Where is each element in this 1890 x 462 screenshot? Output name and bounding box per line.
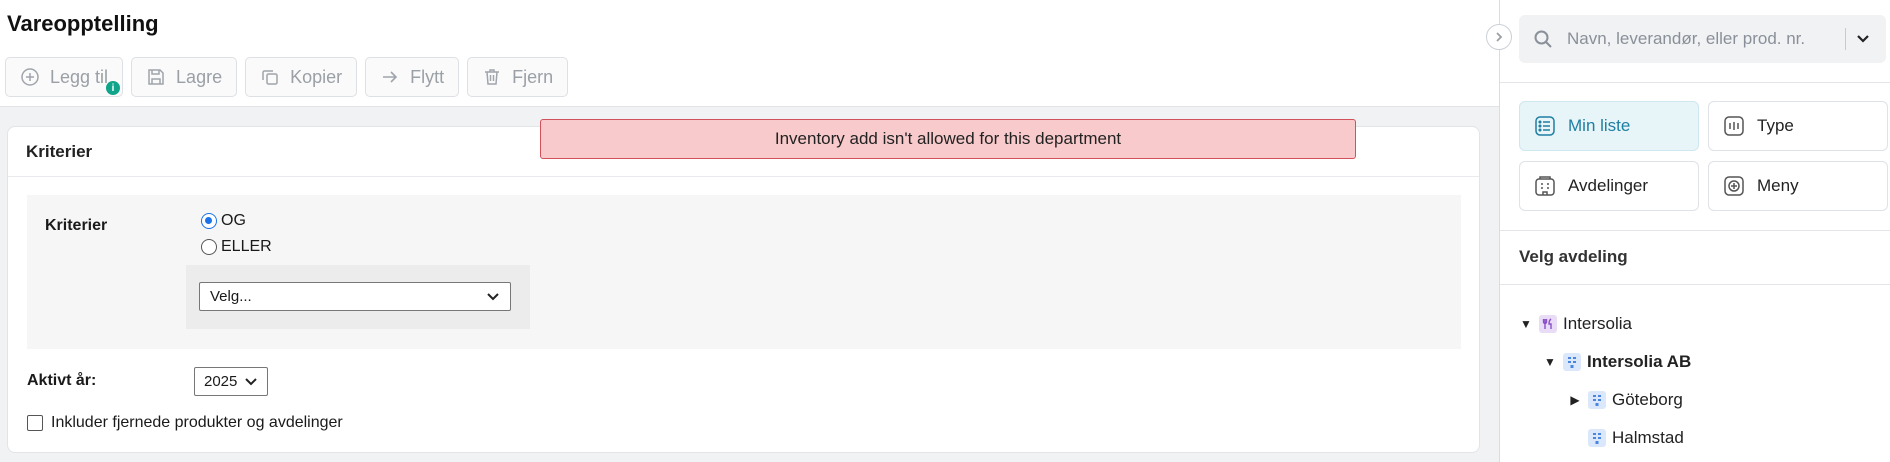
save-icon xyxy=(148,69,164,85)
tree-item-intersolia-ab[interactable]: ▼ Intersolia AB xyxy=(1543,352,1691,372)
collapse-sidebar-button[interactable] xyxy=(1486,24,1512,50)
radio-button-selected[interactable] xyxy=(201,213,217,229)
list-icon xyxy=(1535,116,1555,136)
radio-og-label: OG xyxy=(221,212,246,229)
chevron-down-icon xyxy=(1857,35,1869,43)
toolbar: Legg til i Lagre Kopier Flytt Fjern xyxy=(5,57,569,97)
section-title: Velg avdeling xyxy=(1519,247,1628,266)
error-alert-text: Inventory add isn't allowed for this dep… xyxy=(774,129,1122,148)
sidebar-divider xyxy=(1500,230,1890,231)
copy-button[interactable]: Kopier xyxy=(245,57,358,97)
criteria-label: Kriterier xyxy=(45,217,108,234)
active-year-label: Aktivt år: xyxy=(27,372,97,389)
building-icon xyxy=(1563,353,1581,371)
radio-eller-label: ELLER xyxy=(221,238,272,255)
top-bar: Vareopptelling Legg til i Lagre Kopier F… xyxy=(0,0,1499,107)
tree-item-label: Halmstad xyxy=(1612,428,1684,447)
tree-item-halmstad[interactable]: Halmstad xyxy=(1568,428,1684,448)
building-icon xyxy=(1588,391,1606,409)
move-button[interactable]: Flytt xyxy=(365,57,460,97)
criteria-select-value: Velg... xyxy=(210,288,252,305)
menu-icon xyxy=(1724,176,1744,196)
nav-min-liste-label: Min liste xyxy=(1568,116,1631,135)
criteria-card: Kriterier Kriterier OG ELLER Velg... Akt… xyxy=(7,126,1480,453)
right-sidebar: Navn, leverandør, eller prod. nr. Min li… xyxy=(1499,0,1890,462)
type-icon xyxy=(1724,116,1744,136)
add-button-label: Legg til xyxy=(50,66,109,87)
add-button[interactable]: Legg til i xyxy=(5,57,124,97)
save-button-label: Lagre xyxy=(176,66,223,87)
trash-icon xyxy=(485,69,500,85)
search-icon xyxy=(1534,30,1552,48)
copy-button-label: Kopier xyxy=(290,66,343,87)
chevron-right-icon xyxy=(1496,32,1503,42)
include-removed-checkbox[interactable] xyxy=(27,415,43,431)
remove-button[interactable]: Fjern xyxy=(467,57,569,97)
nav-type[interactable]: Type xyxy=(1708,101,1888,151)
plus-circle-icon xyxy=(21,68,39,86)
nav-meny[interactable]: Meny xyxy=(1708,161,1888,211)
caret-down-icon[interactable]: ▼ xyxy=(1543,355,1557,369)
search-divider xyxy=(1845,28,1846,50)
nav-min-liste[interactable]: Min liste xyxy=(1519,101,1699,151)
page-title: Vareopptelling xyxy=(7,11,159,36)
include-removed-label: Inkluder fjernede produkter og avdelinge… xyxy=(51,414,343,431)
active-year-select[interactable]: 2025 xyxy=(194,367,268,396)
criteria-select-container: Velg... xyxy=(186,265,530,329)
building-icon xyxy=(1588,429,1606,447)
arrow-right-icon xyxy=(383,71,398,83)
sidebar-divider xyxy=(1500,284,1890,285)
save-button[interactable]: Lagre xyxy=(131,57,238,97)
chevron-down-icon xyxy=(487,292,499,300)
chevron-down-icon xyxy=(245,377,257,385)
radio-button[interactable] xyxy=(201,239,217,255)
search-input[interactable]: Navn, leverandør, eller prod. nr. xyxy=(1567,29,1845,49)
search-bar[interactable]: Navn, leverandør, eller prod. nr. xyxy=(1519,15,1886,63)
restaurant-icon xyxy=(1539,315,1557,333)
nav-avdelinger[interactable]: Avdelinger xyxy=(1519,161,1699,211)
error-alert: Inventory add isn't allowed for this dep… xyxy=(540,119,1356,159)
search-filter-dropdown[interactable] xyxy=(1856,34,1886,44)
departments-icon xyxy=(1535,176,1555,196)
nav-type-label: Type xyxy=(1757,116,1794,135)
tree-item-label: Intersolia AB xyxy=(1587,352,1692,371)
caret-down-icon[interactable]: ▼ xyxy=(1519,317,1533,331)
active-year-value: 2025 xyxy=(204,373,238,390)
move-button-label: Flytt xyxy=(410,66,445,87)
main-area: Vareopptelling Legg til i Lagre Kopier F… xyxy=(0,0,1499,462)
radio-eller[interactable]: ELLER xyxy=(201,238,272,256)
tree-item-goteborg[interactable]: ▶ Göteborg xyxy=(1568,390,1683,410)
include-removed-row[interactable]: Inkluder fjernede produkter og avdelinge… xyxy=(27,414,343,432)
tree-item-intersolia[interactable]: ▼ Intersolia xyxy=(1519,314,1632,334)
sidebar-divider xyxy=(1500,82,1890,83)
criteria-select[interactable]: Velg... xyxy=(199,282,511,311)
tree-item-label: Göteborg xyxy=(1612,390,1683,409)
caret-right-icon[interactable]: ▶ xyxy=(1568,393,1582,407)
copy-icon xyxy=(262,70,278,85)
nav-avdelinger-label: Avdelinger xyxy=(1568,176,1649,195)
tree-item-label: Intersolia xyxy=(1563,314,1632,333)
info-badge: i xyxy=(106,81,120,95)
remove-button-label: Fjern xyxy=(512,66,554,87)
criteria-box: Kriterier OG ELLER Velg... xyxy=(27,195,1461,349)
radio-og[interactable]: OG xyxy=(201,212,246,230)
nav-meny-label: Meny xyxy=(1757,176,1799,195)
